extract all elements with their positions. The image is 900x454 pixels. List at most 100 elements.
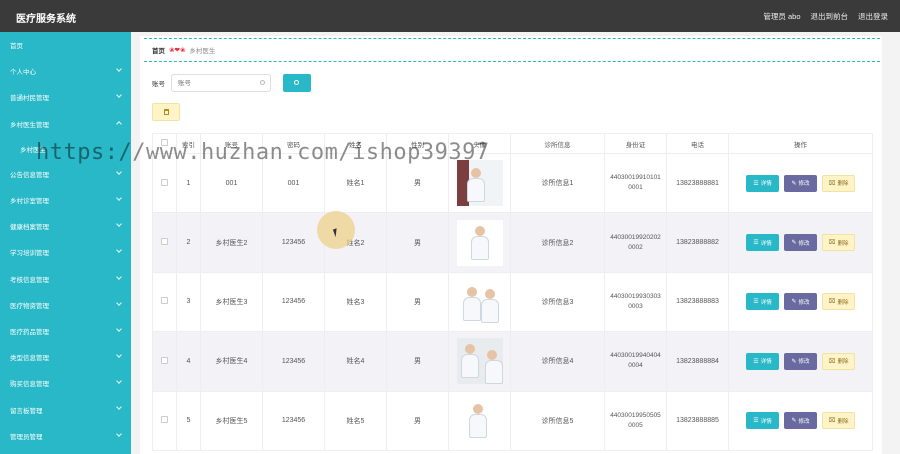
avatar-body <box>468 413 487 438</box>
column-header: 头像 <box>448 133 511 154</box>
chevron-down-icon <box>116 430 122 437</box>
sidebar-item[interactable]: 类型信息管理 <box>0 344 131 370</box>
edit-button[interactable]: ✎ 修改 <box>784 352 817 370</box>
name-cell: 姓名3 <box>324 271 387 333</box>
sidebar-item-label: 普通村民管理 <box>10 95 49 103</box>
sidebar-item[interactable]: 医疗药品管理 <box>0 318 131 344</box>
delete-button[interactable]: ⌧ 删除 <box>822 234 855 252</box>
logout-link[interactable]: 退出登录 <box>858 11 888 22</box>
edit-button[interactable]: ✎ 修改 <box>784 412 817 430</box>
detail-button-label: 详情 <box>760 418 772 425</box>
index-cell: 4 <box>176 331 201 392</box>
sidebar-item[interactable]: 普通村民管理 <box>0 84 131 110</box>
avatar-head <box>466 286 477 297</box>
edit-button[interactable]: ✎ 修改 <box>784 293 817 311</box>
sidebar-item[interactable]: 留言板管理 <box>0 396 131 422</box>
batch-delete-button[interactable] <box>152 103 180 121</box>
avatar-body <box>470 235 489 260</box>
clinic-cell: 诊所信息1 <box>510 152 605 214</box>
account-cell: 001 <box>200 152 263 214</box>
row-select-cell <box>152 212 177 273</box>
detail-button-label: 详情 <box>760 359 772 366</box>
row-checkbox[interactable] <box>161 416 168 424</box>
doctor-table: 索引 账号 密码 姓名 性别 头像 诊所信息 身份证 电话 操作 1 001 001 姓名1 男诊所信息1… <box>152 133 873 451</box>
phone-cell: 13823888885 <box>666 390 729 451</box>
detail-button[interactable]: ☰ 详情 <box>746 293 779 311</box>
search-input[interactable] <box>171 74 271 92</box>
ops-cell: ☰ 详情 ✎ 修改 ⌧ 删除 <box>728 152 873 214</box>
avatar-cell <box>448 271 511 333</box>
sidebar-item[interactable]: 管理员管理 <box>0 423 131 449</box>
sidebar-item[interactable]: 考核信息管理 <box>0 266 131 292</box>
sidebar-subitem[interactable]: 乡村医生 <box>0 137 131 161</box>
delete-button[interactable]: ⌧ 删除 <box>822 174 855 192</box>
idcard-cell-text: 440300199202020002 <box>610 233 661 251</box>
delete-button[interactable]: ⌧ 删除 <box>822 352 855 370</box>
sidebar-item[interactable]: 购买信息管理 <box>0 370 131 396</box>
trash-icon: ⌧ <box>828 418 836 425</box>
detail-button[interactable]: ☰ 详情 <box>746 352 779 370</box>
avatar-cell <box>448 152 511 214</box>
avatar-head <box>474 225 485 236</box>
sidebar-item-label: 留言板管理 <box>10 407 43 415</box>
avatar-cell <box>448 331 511 392</box>
row-select-cell <box>152 331 177 392</box>
breadcrumb: 首页 ❀❤❀ 乡村医生 <box>144 38 880 62</box>
table-row: 4 乡村医生4 123456 姓名4 男诊所信息4 440300199404040004 1… <box>152 331 873 392</box>
delete-button[interactable]: ⌧ 删除 <box>822 293 855 311</box>
avatar-cell <box>448 212 511 273</box>
trash-icon: ⌧ <box>828 180 836 187</box>
idcard-cell: 440300199303030003 <box>604 271 667 333</box>
sidebar-item[interactable]: 学习培训管理 <box>0 239 131 265</box>
search-row: 账号 <box>152 74 311 92</box>
detail-button[interactable]: ☰ 详情 <box>746 234 779 252</box>
name-cell: 姓名4 <box>324 331 387 392</box>
idcard-cell-text: 440300199303030003 <box>610 292 661 310</box>
idcard-cell: 440300199101010001 <box>604 152 667 214</box>
avatar-head <box>486 350 497 361</box>
detail-button[interactable]: ☰ 详情 <box>746 412 779 430</box>
column-header: 电话 <box>666 133 729 154</box>
select-all-checkbox[interactable] <box>161 139 168 146</box>
column-header: 密码 <box>262 133 325 154</box>
delete-button-label: 删除 <box>837 299 849 306</box>
sidebar-item[interactable]: 乡村医生管理 <box>0 111 131 137</box>
password-cell: 123456 <box>262 331 325 392</box>
edit-button[interactable]: ✎ 修改 <box>784 234 817 252</box>
detail-button[interactable]: ☰ 详情 <box>746 174 779 192</box>
edit-button[interactable]: ✎ 修改 <box>784 174 817 192</box>
breadcrumb-home[interactable]: 首页 <box>152 45 165 55</box>
row-checkbox[interactable] <box>161 178 168 186</box>
chevron-down-icon <box>116 66 122 73</box>
clinic-cell: 诊所信息3 <box>510 271 605 333</box>
sidebar-item[interactable]: 乡村诊室管理 <box>0 187 131 213</box>
breadcrumb-separator: ❀❤❀ <box>169 47 186 54</box>
chevron-down-icon <box>116 247 122 254</box>
column-header: 账号 <box>200 133 263 154</box>
search-label: 账号 <box>152 81 165 88</box>
column-header: 身份证 <box>604 133 667 154</box>
row-checkbox[interactable] <box>161 238 168 246</box>
table-header: 索引 账号 密码 姓名 性别 头像 诊所信息 身份证 电话 操作 <box>152 133 873 154</box>
column-header <box>152 133 177 154</box>
account-cell: 乡村医生5 <box>200 390 263 451</box>
chevron-down-icon <box>116 168 122 175</box>
row-checkbox[interactable] <box>161 356 168 364</box>
delete-button-label: 删除 <box>837 181 849 188</box>
list-icon: ☰ <box>753 240 759 247</box>
row-checkbox[interactable] <box>161 297 168 305</box>
sidebar-item-label: 个人中心 <box>10 69 36 77</box>
sidebar-item[interactable]: 医疗物资管理 <box>0 292 131 318</box>
sidebar-item[interactable]: 个人中心 <box>0 58 131 84</box>
delete-button[interactable]: ⌧ 删除 <box>822 412 855 430</box>
avatar-cell <box>448 390 511 451</box>
sidebar-item[interactable]: 健康档案管理 <box>0 213 131 239</box>
back-to-front-link[interactable]: 退出到前台 <box>811 11 849 22</box>
sidebar-item[interactable]: 首页 <box>0 32 131 58</box>
edit-button-label: 修改 <box>798 418 810 425</box>
search-button[interactable] <box>283 74 311 92</box>
sidebar-item[interactable]: 公告信息管理 <box>0 161 131 187</box>
name-cell: 姓名5 <box>324 390 387 451</box>
pencil-icon: ✎ <box>791 240 797 247</box>
pencil-icon: ✎ <box>791 358 797 365</box>
